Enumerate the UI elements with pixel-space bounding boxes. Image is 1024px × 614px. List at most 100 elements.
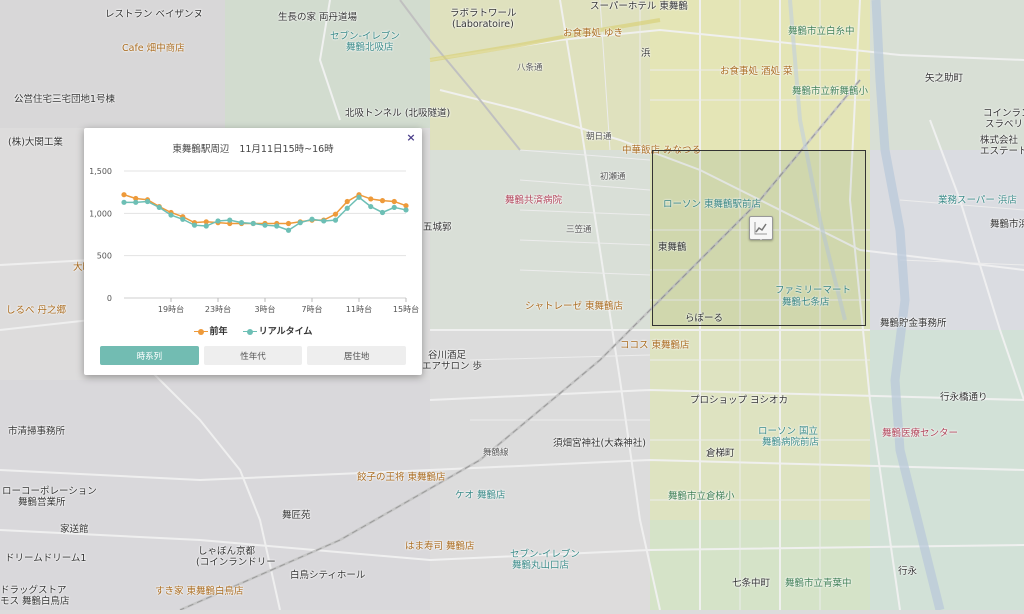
map-label-koei-mitsu[interactable]: 公営住宅三宅団地1号棟	[14, 94, 115, 105]
map-label-restaurant-vesanu[interactable]: レストラン ベイザンヌ	[105, 9, 203, 20]
x-tick-label: 11時台	[346, 304, 372, 314]
series-point-0	[344, 198, 350, 205]
series-point-0	[368, 196, 374, 202]
map-label-kurahashi-sho[interactable]: 舞鶴市立倉梯小	[668, 491, 735, 502]
chart-marker-icon	[754, 222, 767, 235]
map-label-kitasui-tunnel[interactable]: 北吸トンネル (北吸隧道)	[345, 108, 450, 119]
map-label-yanosuke[interactable]: 矢之助町	[925, 73, 963, 84]
series-point-1	[262, 222, 268, 228]
x-tick-label: 15時台	[393, 304, 419, 314]
map-label-shrine[interactable]: 須畑宮神社(大森神社)	[553, 438, 646, 449]
map-label-lawson-kokuritsu[interactable]: ローソン 国立	[758, 426, 818, 437]
map-label-gyomu[interactable]: 業務スーパー 浜店	[938, 195, 1017, 206]
series-point-1	[133, 199, 139, 205]
map-label-hama[interactable]: 浜	[641, 48, 651, 59]
series-point-1	[403, 207, 409, 213]
map-label-dream[interactable]: ドリームドリーム1	[5, 553, 86, 564]
map-label-seiso[interactable]: 市清掃事務所	[8, 426, 65, 437]
map-label-seven-maruyama[interactable]: セブン-イレブン	[510, 549, 580, 560]
series-point-0	[285, 220, 292, 227]
series-point-0	[121, 192, 127, 198]
map-label-cocos[interactable]: ココス 東舞鶴店	[620, 340, 690, 351]
area-popup: 東舞鶴駅周辺 11月11日15時~16時 × 0 500 1,000 1,500 19時台…	[84, 128, 422, 375]
series-point-1	[391, 204, 397, 211]
area-marker[interactable]	[749, 216, 773, 240]
legend-label-prev-year: 前年	[209, 327, 228, 337]
map-label-coinland2[interactable]: スラベリア	[985, 119, 1024, 130]
map-label-tanikawa[interactable]: 谷川酒足	[428, 350, 466, 361]
map-label-shatoresu[interactable]: シャトレーゼ 東舞鶴店	[525, 301, 623, 312]
map-label-kazokan[interactable]: 家送館	[60, 524, 89, 535]
map-label-asahi[interactable]: 朝日通	[586, 132, 612, 143]
map-label-sukiya[interactable]: すき家 東舞鶴白鳥店	[155, 586, 244, 597]
map-label-drugstore2[interactable]: モス 舞鶴白鳥店	[0, 596, 70, 607]
map-label-medical[interactable]: 舞鶴医療センター	[882, 428, 958, 439]
map-label-hatsuse[interactable]: 初瀬通	[600, 172, 626, 183]
map-label-maizuru-ken[interactable]: 舞匠苑	[282, 510, 311, 521]
map-label-yatsuji[interactable]: 八条通	[517, 63, 543, 74]
y-tick-label: 500	[97, 252, 112, 261]
series-point-1	[297, 220, 303, 226]
map-label-seven-kitasui[interactable]: セブン-イレブン	[330, 31, 400, 42]
map-label-daikan[interactable]: (株)大関工業	[8, 137, 63, 148]
x-tick-label: 3時台	[254, 304, 275, 314]
map-label-laboratoire[interactable]: ラボラトワール	[450, 8, 517, 19]
map-label-tokai[interactable]: 舞鶴市浜	[990, 219, 1024, 230]
map-label-seven-kitasui2[interactable]: 舞鶴北吸店	[346, 42, 394, 53]
map-label-maizuru-road[interactable]: 舞鶴線	[483, 448, 509, 459]
popup-tabs: 時系列 性年代 居住地	[100, 346, 407, 365]
legend-item-prev-year[interactable]: 前年	[193, 324, 228, 337]
map-label-nanajo[interactable]: 七条中町	[732, 578, 770, 589]
series-line-0	[123, 193, 407, 225]
map-label-laboratoire2[interactable]: (Laboratoire)	[452, 19, 514, 30]
map-label-kawaraya[interactable]: お食事処 酒処 菜	[720, 66, 793, 77]
map-label-lorcorp[interactable]: ローコーポレーション	[2, 486, 97, 497]
x-tick-label: 23時台	[205, 304, 231, 314]
map-label-lorcorp2[interactable]: 舞鶴営業所	[18, 497, 66, 508]
map-label-super-hotel[interactable]: スーパーホテル 東舞鶴	[590, 1, 688, 12]
map-label-maizuru-ward[interactable]: 舞鶴貯金事務所	[880, 318, 947, 329]
series-point-1	[332, 217, 339, 223]
map-label-shiratomo[interactable]: 舞鶴市立白糸中	[788, 26, 855, 37]
map-label-coinland[interactable]: コインランド	[983, 108, 1024, 119]
map-label-shabon2[interactable]: (コインランドリー	[196, 557, 276, 568]
map-label-seicho[interactable]: 生長の家 両丹道場	[278, 12, 357, 23]
map-label-seven-maruyama2[interactable]: 舞鶴丸山口店	[512, 560, 569, 571]
map-label-estate[interactable]: 株式会社	[980, 135, 1018, 146]
map-label-estate2[interactable]: エステートの	[980, 146, 1024, 157]
x-tick-label: 19時台	[158, 304, 184, 314]
timeseries-chart: 0 500 1,000 1,500 19時台 23時台 3時台 7時台 11時台 15時台	[89, 167, 419, 314]
map-label-shabon[interactable]: しゃぼん京都	[198, 546, 255, 557]
map-label-aoba[interactable]: 舞鶴市立青葉中	[785, 578, 852, 589]
map-label-kojiroto[interactable]: 五城郭	[423, 222, 452, 233]
series-point-1	[274, 223, 280, 229]
map-label-gyoeikyo[interactable]: 行永橋通り	[940, 392, 988, 403]
legend-item-realtime[interactable]: リアルタイム	[242, 324, 312, 337]
series-point-0	[391, 198, 397, 205]
tab-gender-age[interactable]: 性年代	[203, 346, 303, 365]
chart-legend: 前年 リアルタイム	[84, 324, 422, 337]
map-label-kurahashi[interactable]: 倉梯町	[706, 448, 735, 459]
map-label-tanikawa2[interactable]: エアサロン 歩	[422, 361, 482, 372]
map-label-maizuru-kyosai[interactable]: 舞鶴共済病院	[505, 195, 562, 206]
map-label-shinmaizuru[interactable]: 舞鶴市立新舞鶴小	[792, 86, 868, 97]
map-label-shirotori-hall[interactable]: 白鳥シティホール	[290, 570, 365, 581]
map-label-cafe-hatanaka[interactable]: Cafe 畑中商店	[122, 43, 185, 54]
tab-timeseries[interactable]: 時系列	[100, 346, 199, 365]
map-label-shirube[interactable]: しるべ 丹之郷	[6, 305, 66, 316]
tab-residence[interactable]: 居住地	[307, 346, 407, 365]
map-label-hamazushi[interactable]: はま寿司 舞鶴店	[405, 541, 475, 552]
map-label-sanzekai[interactable]: 三笠通	[566, 225, 592, 236]
map-label-proshop[interactable]: プロショップ ヨシオカ	[690, 395, 788, 406]
map-label-gyoei[interactable]: 行永	[898, 566, 917, 577]
map-label-gyoza[interactable]: 餃子の王将 東舞鶴店	[357, 472, 446, 483]
series-point-1	[227, 217, 233, 223]
series-point-1	[144, 198, 151, 205]
map-label-keio[interactable]: ケオ 舞鶴店	[455, 490, 506, 501]
map-label-oshokuji-yuki[interactable]: お食事処 ゆき	[563, 28, 623, 39]
map-label-lawson-kokuritsu2[interactable]: 舞鶴病院前店	[762, 437, 819, 448]
y-tick-label: 1,000	[89, 209, 112, 218]
series-point-1	[191, 222, 198, 228]
map-label-drugstore[interactable]: ドラッグストア	[0, 585, 67, 596]
y-tick-label: 0	[107, 294, 112, 303]
